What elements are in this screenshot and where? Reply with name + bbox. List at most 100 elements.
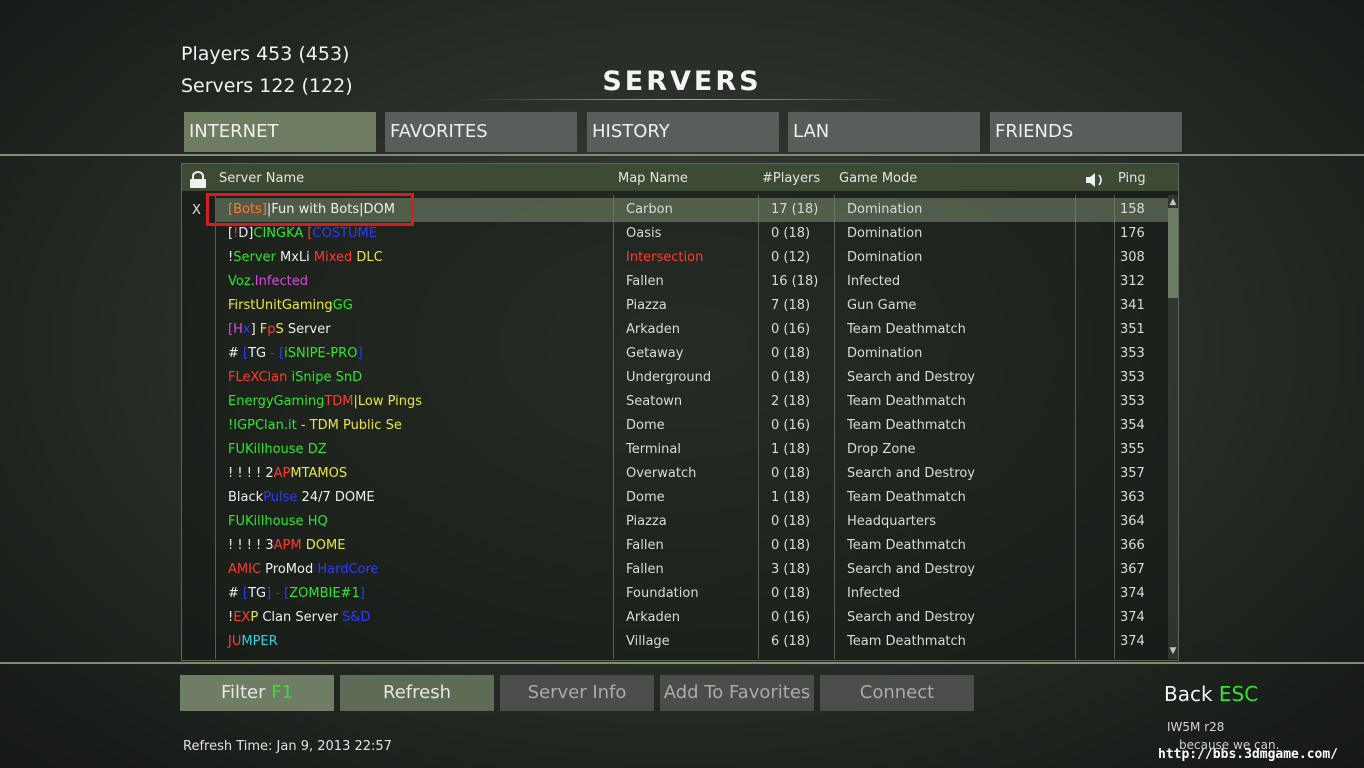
server-name-segment: M: [290, 466, 302, 481]
ping-cell: 158: [1120, 202, 1145, 217]
back-button[interactable]: Back ESC: [1164, 682, 1258, 706]
tab-label: FRIENDS: [995, 121, 1074, 142]
divider-bottom: [0, 662, 1364, 664]
ping-cell: 374: [1120, 610, 1145, 625]
column-game-mode[interactable]: Game Mode: [839, 171, 917, 186]
server-info-button[interactable]: Server Info: [500, 675, 654, 711]
table-row[interactable]: JUMPER Village 6 (18) Team Deathmatch 374: [216, 630, 1168, 654]
server-name-segment: Server: [233, 250, 276, 265]
divider-top: [0, 154, 1364, 156]
tab-internet[interactable]: INTERNET: [184, 112, 376, 152]
server-name-segment: !IGPClan.it: [228, 418, 297, 433]
add-to-favorites-button[interactable]: Add To Favorites: [660, 675, 814, 711]
watermark: http://bbs.3dmgame.com/: [1158, 747, 1339, 762]
server-name-segment: COSTUME: [312, 226, 377, 241]
map-name-cell: Arkaden: [626, 322, 680, 337]
game-mode-cell: Search and Destroy: [847, 562, 975, 577]
table-row[interactable]: !EXP Clan Server S&D Arkaden 0 (16) Search …: [216, 606, 1168, 630]
players-cell: 0 (18): [771, 346, 811, 361]
table-row[interactable]: BlackPulse 24/7 DOME Dome 1 (18) Team Death…: [216, 486, 1168, 510]
table-row[interactable]: # [TG - [iSNIPE-PRO] Getaway 0 (18) Dominat…: [216, 342, 1168, 366]
game-mode-cell: Search and Destroy: [847, 466, 975, 481]
table-row[interactable]: # [TG] - [ZOMBIE#1] Foundation 0 (18) Infec…: [216, 582, 1168, 606]
tab-history[interactable]: HISTORY: [587, 112, 779, 152]
column-header: Server Name Map Name #Players Game Mode …: [182, 164, 1178, 191]
server-name-cell: BlackPulse 24/7 DOME: [228, 486, 375, 510]
server-name-segment: TAMOS: [301, 466, 348, 481]
server-name-segment: FirstUnitGaming: [228, 298, 333, 313]
table-row[interactable]: FirstUnitGamingGG Piazza 7 (18) Gun Game 341: [216, 294, 1168, 318]
table-row[interactable]: AMIC ProMod HardCore Fallen 3 (18) Search a…: [216, 558, 1168, 582]
map-name-cell: Foundation: [626, 586, 699, 601]
game-mode-cell: Gun Game: [847, 298, 917, 313]
server-name-segment: ! ! ! ! 3: [228, 538, 274, 553]
players-cell: 1 (18): [771, 442, 811, 457]
map-name-cell: Carbon: [626, 202, 673, 217]
table-row[interactable]: FUKillhouse DZ Terminal 1 (18) Drop Zone 355: [216, 438, 1168, 462]
table-row[interactable]: [Hx] FpS Server Arkaden 0 (16) Team Deathma…: [216, 318, 1168, 342]
ping-cell: 364: [1120, 514, 1145, 529]
table-row[interactable]: ! ! ! ! 2APMTAMOS Overwatch 0 (18) Search a…: [216, 462, 1168, 486]
tab-lan[interactable]: LAN: [788, 112, 980, 152]
refresh-time: Refresh Time: Jan 9, 2013 22:57: [183, 739, 392, 754]
server-name-segment: ZOMBIE#1: [289, 586, 360, 601]
scroll-down-icon[interactable]: ▼: [1168, 646, 1178, 656]
server-name-segment: iSNIPE-PRO: [284, 346, 358, 361]
table-row[interactable]: ! ! ! ! 3APM DOME Fallen 0 (18) Team Deathm…: [216, 534, 1168, 558]
ping-cell: 353: [1120, 346, 1145, 361]
map-name-cell: Oasis: [626, 226, 662, 241]
server-name-cell: !IGPClan.it - TDM Public Se: [228, 414, 402, 438]
ping-cell: 355: [1120, 442, 1145, 457]
server-name-cell: !Server MxLi Mixed DLC: [228, 246, 383, 270]
ping-cell: 308: [1120, 250, 1145, 265]
table-row[interactable]: !Server MxLi Mixed DLC Intersection 0 (12)…: [216, 246, 1168, 270]
game-mode-cell: Team Deathmatch: [847, 538, 966, 553]
server-name-segment: P: [250, 610, 259, 625]
speaker-icon[interactable]: [1084, 171, 1110, 193]
tab-friends[interactable]: FRIENDS: [990, 112, 1182, 152]
column-ping[interactable]: Ping: [1118, 171, 1146, 186]
server-name-segment: #: [228, 586, 244, 601]
tab-favorites[interactable]: FAVORITES: [385, 112, 577, 152]
server-name-segment: D]: [238, 226, 254, 241]
players-cell: 0 (12): [771, 250, 811, 265]
connect-button[interactable]: Connect: [820, 675, 974, 711]
players-cell: 2 (18): [771, 394, 811, 409]
server-name-segment: iSnipe SnD: [291, 370, 363, 385]
filter-key: F1: [271, 682, 294, 703]
server-name-segment: Clan Server: [258, 610, 343, 625]
map-name-cell: Dome: [626, 490, 665, 505]
page-title: SERVERS: [602, 66, 762, 97]
game-mode-cell: Infected: [847, 586, 901, 601]
scrollbar-thumb[interactable]: [1168, 208, 1178, 298]
map-name-cell: Arkaden: [626, 610, 680, 625]
server-name-segment: JU: [228, 634, 242, 649]
filter-label: Filter: [220, 682, 266, 703]
table-row[interactable]: FUKillhouse HQ Piazza 0 (18) Headquarters 36…: [216, 510, 1168, 534]
table-row[interactable]: FLeXClan iSnipe SnD Underground 0 (18) Sear…: [216, 366, 1168, 390]
scroll-up-icon[interactable]: ▲: [1168, 197, 1178, 207]
column-map-name[interactable]: Map Name: [618, 171, 688, 186]
column-server-name[interactable]: Server Name: [219, 171, 304, 186]
ping-cell: 363: [1120, 490, 1145, 505]
table-row[interactable]: !IGPClan.it - TDM Public Se Dome 0 (16) Tea…: [216, 414, 1168, 438]
server-name-segment: TG: [248, 346, 267, 361]
map-name-cell: Dome: [626, 418, 665, 433]
table-row[interactable]: EnergyGamingTDM|Low Pings Seatown 2 (18) Te…: [216, 390, 1168, 414]
ping-cell: 374: [1120, 586, 1145, 601]
map-name-cell: Fallen: [626, 274, 664, 289]
game-mode-cell: Team Deathmatch: [847, 634, 966, 649]
lock-icon[interactable]: [188, 171, 208, 193]
server-name-cell: FLeXClan iSnipe SnD: [228, 366, 362, 390]
players-cell: 1 (18): [771, 490, 811, 505]
ping-cell: 353: [1120, 370, 1145, 385]
server-name-cell: JUMPER: [228, 630, 278, 654]
server-name-segment: APM: [273, 538, 302, 553]
table-row[interactable]: Voz.Infected Fallen 16 (18) Infected 312: [216, 270, 1168, 294]
ping-cell: 374: [1120, 634, 1145, 649]
refresh-button[interactable]: Refresh: [340, 675, 494, 711]
server-name-segment: EnergyGaming: [228, 394, 325, 409]
filter-button[interactable]: Filter F1: [180, 675, 334, 711]
server-name-segment: Black: [228, 490, 264, 505]
column-players[interactable]: #Players: [762, 171, 820, 186]
